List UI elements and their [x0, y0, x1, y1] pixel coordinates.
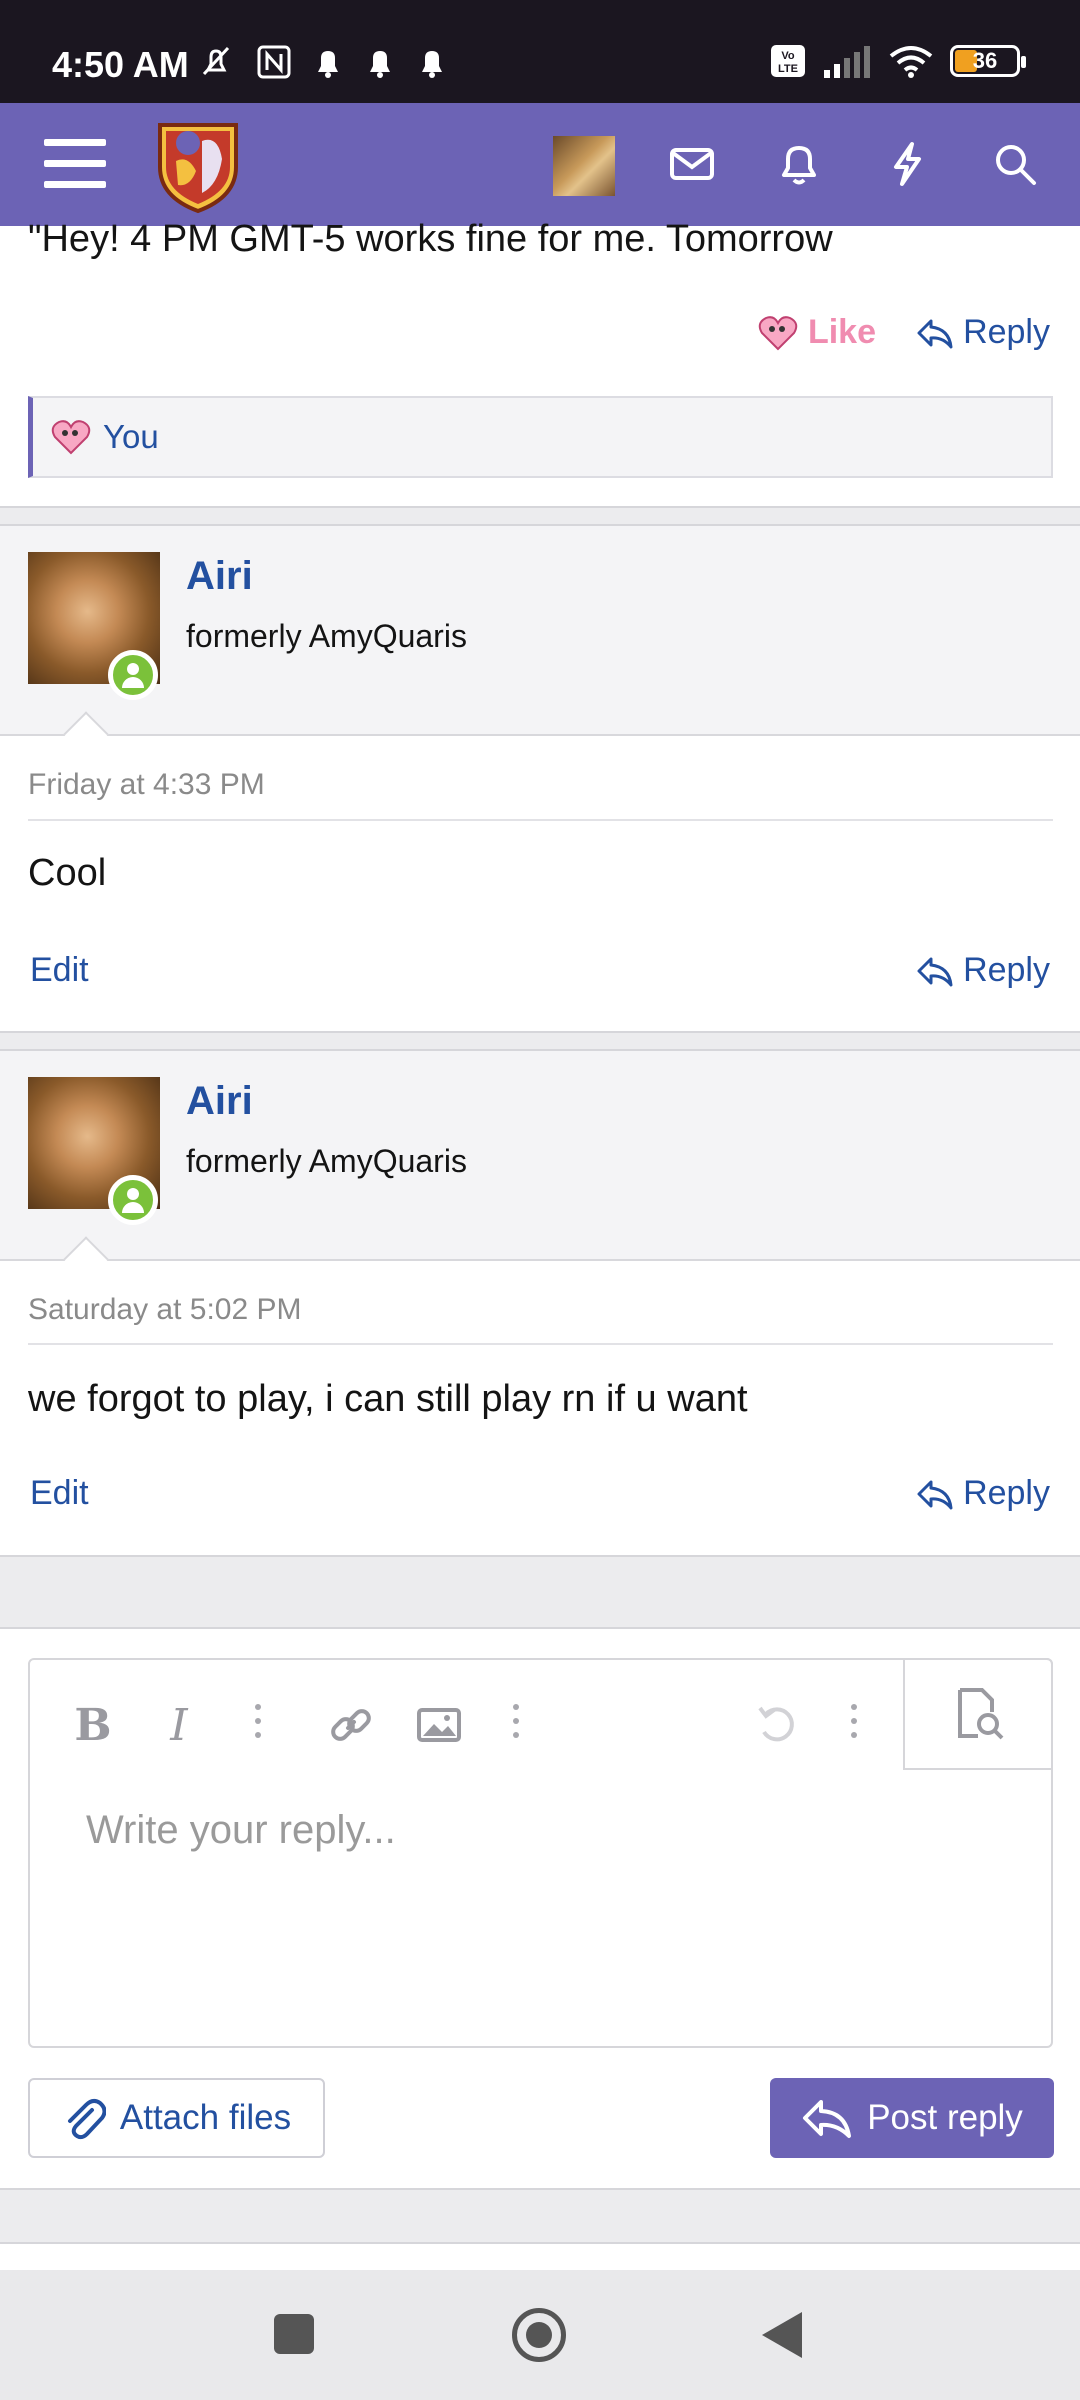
edit-button[interactable]: Edit	[30, 1474, 89, 1513]
system-nav-bar	[0, 2270, 1080, 2400]
bell-notification-icon	[370, 51, 390, 78]
edit-button[interactable]: Edit	[30, 951, 89, 990]
bell-notification-icon	[422, 51, 442, 78]
attach-files-button[interactable]: Attach files	[28, 2078, 325, 2158]
reply-icon	[917, 319, 953, 348]
signal-icon	[824, 46, 870, 78]
site-logo[interactable]	[152, 115, 244, 215]
reply-icon	[917, 957, 953, 986]
attach-files-label: Attach files	[119, 2098, 292, 2137]
like-label: Like	[807, 313, 876, 351]
image-icon[interactable]	[414, 1700, 464, 1750]
bell-icon[interactable]	[774, 139, 824, 189]
bold-icon[interactable]: B	[68, 1700, 118, 1751]
post-pointer-arrow	[63, 711, 109, 757]
reply-icon	[803, 2100, 852, 2138]
link-icon[interactable]	[326, 1700, 376, 1750]
post-user-info: Airi formerly AmyQuaris	[0, 526, 1080, 757]
likes-user-link[interactable]: You	[103, 418, 159, 456]
volte-icon: VoLTE	[771, 45, 805, 77]
post-actions: Edit Reply	[0, 945, 1080, 1005]
post-reply-label: Post reply	[867, 2098, 1023, 2137]
heart-like-icon	[758, 315, 798, 350]
post-divider	[0, 1031, 1080, 1051]
hamburger-icon[interactable]	[44, 139, 106, 189]
reply-editor[interactable]: B I Write your reply...	[28, 1658, 1053, 2048]
user-title: formerly AmyQuaris	[186, 618, 467, 654]
online-status-icon	[108, 650, 158, 700]
home-icon[interactable]	[512, 2308, 566, 2362]
post-pointer-arrow	[63, 1236, 109, 1282]
status-notification-icons	[196, 42, 448, 82]
more-icon[interactable]	[252, 1700, 264, 1750]
post-user-info: Airi formerly AmyQuaris	[0, 1051, 1080, 1282]
status-system-icons: Vo LTE 36	[770, 44, 1026, 78]
post-actions: Like Reply	[0, 303, 1080, 363]
post-reply-button[interactable]: Post reply	[770, 2078, 1054, 2158]
post-separator	[28, 1343, 1053, 1345]
battery-icon: 36	[950, 45, 1026, 77]
app-header	[0, 103, 1080, 226]
status-time: 4:50 AM	[52, 44, 189, 85]
reply-label: Reply	[963, 313, 1050, 351]
post-divider	[0, 506, 1080, 526]
status-bar: 4:50 AM Vo LTE 36	[0, 0, 1080, 103]
mute-icon	[202, 46, 230, 76]
bell-notification-icon	[318, 51, 338, 78]
reply-button[interactable]: Reply	[915, 1474, 1050, 1513]
reply-label: Reply	[963, 1474, 1050, 1512]
mail-icon[interactable]	[667, 139, 717, 189]
reply-icon	[917, 1480, 953, 1509]
more-icon[interactable]	[848, 1700, 860, 1750]
wifi-icon	[889, 46, 933, 78]
user-title: formerly AmyQuaris	[186, 1143, 467, 1179]
reply-button[interactable]: Reply	[915, 313, 1050, 352]
svg-text:LTE: LTE	[778, 63, 798, 75]
italic-icon[interactable]: I	[154, 1700, 204, 1751]
quoted-post-text: "Hey! 4 PM GMT-5 works fine for me. Tomo…	[28, 218, 833, 260]
username[interactable]: Airi	[186, 1079, 253, 1124]
more-icon[interactable]	[510, 1700, 522, 1750]
user-avatar[interactable]	[553, 136, 615, 196]
paperclip-icon	[67, 2098, 106, 2140]
post-separator	[28, 819, 1053, 821]
heart-like-icon	[51, 420, 91, 455]
nfc-icon	[257, 45, 291, 79]
footer-band	[0, 2188, 1080, 2244]
like-button[interactable]: Like	[758, 313, 876, 352]
battery-level: 36	[972, 48, 998, 73]
search-icon[interactable]	[990, 139, 1040, 189]
back-icon[interactable]	[762, 2312, 802, 2358]
reply-button[interactable]: Reply	[915, 951, 1050, 990]
post-actions: Edit Reply	[0, 1468, 1080, 1528]
lightning-icon[interactable]	[882, 139, 932, 189]
reply-placeholder[interactable]: Write your reply...	[86, 1808, 396, 1853]
post-date[interactable]: Friday at 4:33 PM	[28, 768, 265, 802]
likes-summary[interactable]: You	[28, 396, 1053, 478]
post-date[interactable]: Saturday at 5:02 PM	[28, 1293, 302, 1327]
reply-label: Reply	[963, 951, 1050, 989]
post-body: Cool	[28, 852, 107, 894]
post-body: we forgot to play, i can still play rn i…	[28, 1378, 748, 1420]
username[interactable]: Airi	[186, 554, 253, 599]
online-status-icon	[108, 1175, 158, 1225]
svg-text:Vo: Vo	[781, 50, 795, 62]
preview-icon	[958, 1688, 1004, 1740]
post-divider	[0, 1555, 1080, 1629]
preview-button[interactable]	[903, 1658, 1053, 1770]
recents-icon[interactable]	[274, 2314, 314, 2354]
undo-icon[interactable]	[752, 1700, 802, 1750]
